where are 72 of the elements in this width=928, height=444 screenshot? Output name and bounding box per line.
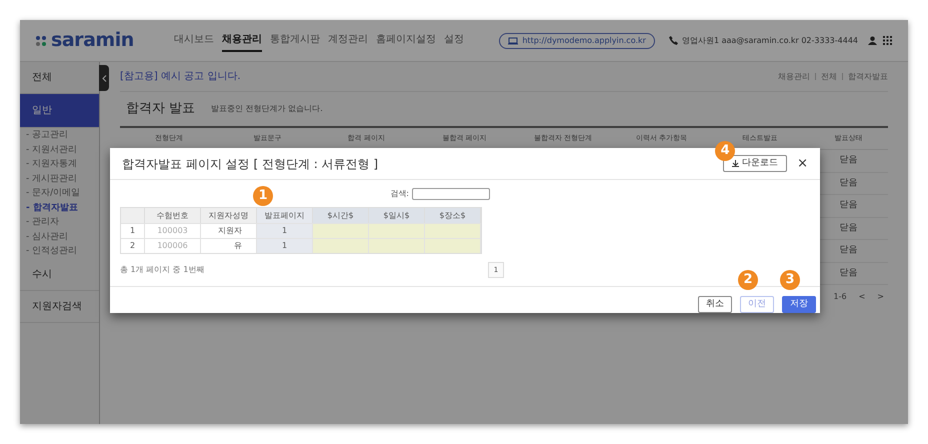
sidebar-subitem[interactable]: - 심사관리 xyxy=(20,230,99,244)
nav-tab[interactable]: 채용관리 xyxy=(222,29,262,52)
nav-tab[interactable]: 대시보드 xyxy=(174,29,214,52)
sidebar-item[interactable]: 지원자검색 xyxy=(20,290,99,322)
callout-badge: 4 xyxy=(715,141,736,161)
table-cell: 1 xyxy=(257,224,313,238)
status-cell-text: 닫음 xyxy=(838,266,859,280)
callout-badge: 2 xyxy=(738,270,758,290)
column-header: $일시$ xyxy=(369,208,425,223)
sidebar-item[interactable]: 수시 xyxy=(20,258,99,290)
sidebar-subitem[interactable]: - 게시판관리 xyxy=(20,172,99,186)
sidebar-subitem[interactable]: - 인적성관리 xyxy=(20,244,99,258)
logo-text: saramin xyxy=(51,28,134,54)
breadcrumb-item[interactable]: 합격자발표 xyxy=(848,70,888,82)
url-link[interactable]: http://dymodemo.applyin.co.kr xyxy=(499,32,655,48)
input-cell[interactable] xyxy=(425,239,481,253)
sidebar-item[interactable]: 일반 xyxy=(20,94,99,128)
subtitle-text: 발표중인 전형단계가 없습니다. xyxy=(211,103,323,115)
search-label: 검색: xyxy=(390,188,409,200)
input-cell[interactable] xyxy=(369,224,425,238)
sidebar-subitem[interactable]: - 지원서관리 xyxy=(20,142,99,157)
table-cell: 1 xyxy=(257,239,313,253)
download-icon xyxy=(732,160,740,167)
next-page-button[interactable]: > xyxy=(877,291,884,303)
breadcrumb-separator xyxy=(815,73,816,80)
input-cell[interactable] xyxy=(369,239,425,253)
status-cell-text: 닫음 xyxy=(838,244,859,257)
close-button[interactable]: × xyxy=(797,157,808,170)
breadcrumb-separator xyxy=(842,73,843,80)
collapse-tab[interactable] xyxy=(99,65,109,91)
prev-page-button[interactable]: < xyxy=(858,291,866,303)
nav-tab[interactable]: 통합게시판 xyxy=(270,29,320,52)
cancel-button[interactable]: 취소 xyxy=(698,296,732,314)
input-cell[interactable] xyxy=(313,239,369,253)
status-cell-text: 닫음 xyxy=(838,222,859,234)
sidebar-subitem[interactable]: - 관리자 xyxy=(20,215,99,230)
column-header: $장소$ xyxy=(425,208,481,223)
dialog-title: 합격자발표 페이지 설정 [ 전형단계 : 서류전형 ] xyxy=(122,156,380,172)
logo-icon xyxy=(36,36,46,46)
monitor-icon xyxy=(508,36,518,44)
input-cell[interactable] xyxy=(425,224,481,238)
save-button[interactable]: 저장 xyxy=(782,296,816,314)
sidebar-subitem[interactable]: - 지원자통계 xyxy=(20,157,99,172)
download-button[interactable]: 다운로드 xyxy=(723,155,788,172)
breadcrumb-item[interactable]: 채용관리 xyxy=(778,70,810,82)
breadcrumb-item[interactable]: 전체 xyxy=(821,70,837,82)
nav-tab[interactable]: 계정관리 xyxy=(328,29,368,52)
column-header: 수험번호 xyxy=(145,208,201,223)
callout-badge: 1 xyxy=(253,186,273,206)
callout-badge: 3 xyxy=(780,270,800,290)
status-cell-text: 닫음 xyxy=(838,176,859,190)
sidebar-subitem[interactable]: - 합격자발표 xyxy=(20,200,99,215)
column-header: 지원자성명 xyxy=(201,208,257,223)
status-cell-text: 닫음 xyxy=(838,199,859,212)
column-header: $시간$ xyxy=(313,208,369,223)
nav-tab[interactable]: 홈페이지설정 xyxy=(376,29,436,52)
pagination-range: 1-6 xyxy=(834,291,847,303)
sidebar-subitem[interactable]: - 문자/이메일 xyxy=(20,186,99,200)
user-icon[interactable] xyxy=(868,36,877,45)
input-cell[interactable] xyxy=(313,224,369,238)
sidebar-subitem[interactable]: - 공고관리 xyxy=(20,128,99,142)
section-heading: 합격자 발표 xyxy=(126,100,196,118)
phone-icon xyxy=(668,36,678,45)
contact-text: 영업사원1 aaa@saramin.co.kr 02-3333-4444 xyxy=(682,34,858,46)
previous-button[interactable]: 이전 xyxy=(740,296,774,314)
table-info: 총 1개 페이지 중 1번째 xyxy=(120,264,204,276)
grid-menu-icon[interactable] xyxy=(883,36,892,45)
nav-tab[interactable]: 설정 xyxy=(444,29,464,52)
notice-text: [참고용] 예시 공고 입니다. xyxy=(120,70,241,84)
search-field[interactable] xyxy=(412,188,490,200)
chevron-left-icon xyxy=(102,74,106,82)
status-cell-text: 닫음 xyxy=(838,154,859,167)
